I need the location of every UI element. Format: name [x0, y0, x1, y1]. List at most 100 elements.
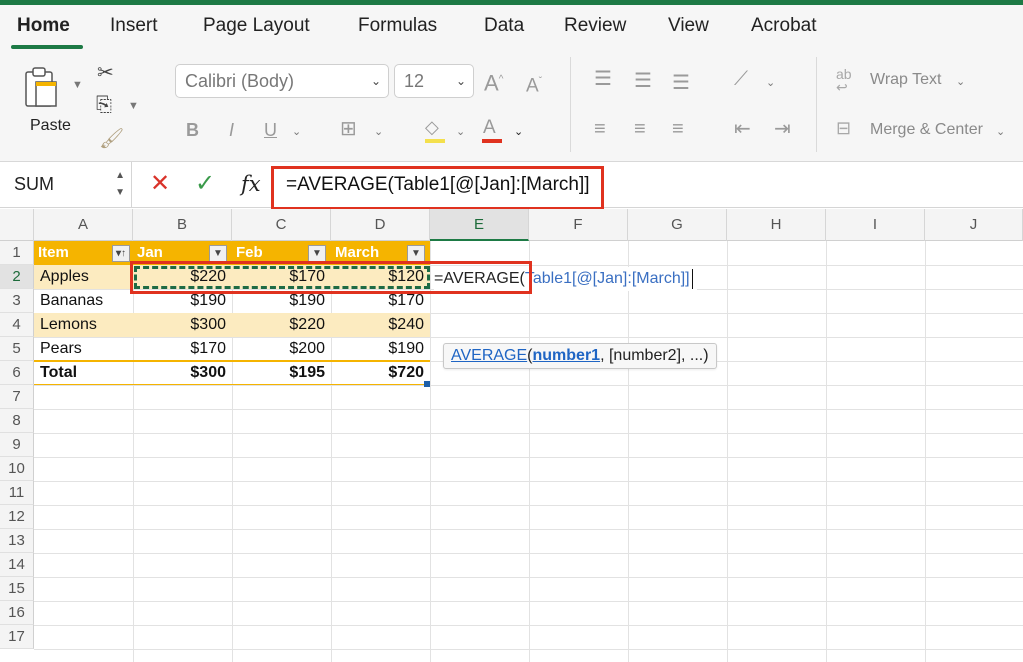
orientation-chevron-icon[interactable]: ⌄ — [766, 76, 775, 89]
column-header-d[interactable]: D — [331, 209, 430, 241]
cell-b6[interactable]: $300 — [133, 361, 232, 385]
italic-button[interactable]: I — [229, 120, 234, 140]
row-header-17[interactable]: 17 — [0, 625, 34, 649]
cell-d5[interactable]: $190 — [331, 337, 430, 361]
column-header-h[interactable]: H — [727, 209, 826, 241]
tooltip-function-link[interactable]: AVERAGE — [451, 347, 527, 364]
align-center-icon[interactable]: ≡ — [634, 119, 646, 139]
copy-options-chevron-icon[interactable]: ▼ — [128, 100, 139, 112]
format-painter-icon[interactable]: 🖌 — [99, 129, 124, 149]
cell-c3[interactable]: $190 — [232, 289, 331, 313]
cell-b5[interactable]: $170 — [133, 337, 232, 361]
tab-page-layout[interactable]: Page Layout — [203, 15, 310, 37]
table-header-item[interactable]: Item ▾↑ — [34, 241, 133, 265]
cell-d6[interactable]: $720 — [331, 361, 430, 385]
align-top-icon[interactable]: ☰ — [594, 69, 612, 89]
sort-filter-icon[interactable]: ▾↑ — [112, 245, 130, 262]
column-header-b[interactable]: B — [133, 209, 232, 241]
copy-icon[interactable]: ⎘ — [96, 95, 112, 115]
bold-button[interactable]: B — [186, 120, 199, 140]
table-header-feb[interactable]: Feb ▼ — [232, 241, 331, 265]
decrease-font-size-icon[interactable]: Aˇ — [526, 72, 542, 96]
fill-color-icon[interactable]: ◇ — [423, 117, 447, 145]
tab-insert[interactable]: Insert — [110, 15, 158, 37]
font-size-dropdown[interactable]: 12 ⌄ — [394, 64, 474, 98]
cell-c6[interactable]: $195 — [232, 361, 331, 385]
align-left-icon[interactable]: ≡ — [594, 119, 606, 139]
row-header-2[interactable]: 2 — [0, 265, 34, 289]
row-header-14[interactable]: 14 — [0, 553, 34, 577]
increase-indent-icon[interactable]: ⇥ — [774, 119, 791, 139]
column-header-i[interactable]: I — [826, 209, 925, 241]
select-all-corner[interactable] — [0, 209, 34, 241]
insert-function-icon[interactable]: fx — [241, 170, 261, 198]
cell-c4[interactable]: $220 — [232, 313, 331, 337]
column-header-e[interactable]: E — [430, 209, 529, 241]
increase-font-size-icon[interactable]: A^ — [484, 70, 503, 94]
column-header-g[interactable]: G — [628, 209, 727, 241]
tab-review[interactable]: Review — [564, 15, 626, 37]
cell-a2[interactable]: Apples — [34, 265, 133, 289]
row-header-12[interactable]: 12 — [0, 505, 34, 529]
row-header-16[interactable]: 16 — [0, 601, 34, 625]
column-header-a[interactable]: A — [34, 209, 133, 241]
enter-formula-icon[interactable]: ✓ — [195, 170, 215, 198]
orientation-icon[interactable]: ⟋ — [734, 69, 748, 89]
cell-d3[interactable]: $170 — [331, 289, 430, 313]
underline-options-chevron-icon[interactable]: ⌄ — [292, 125, 301, 138]
table-resize-handle[interactable] — [424, 381, 430, 387]
row-header-9[interactable]: 9 — [0, 433, 34, 457]
cell-c5[interactable]: $200 — [232, 337, 331, 361]
cell-b2[interactable]: $220 — [133, 265, 232, 289]
cell-a5[interactable]: Pears — [34, 337, 133, 361]
tab-view[interactable]: View — [668, 15, 709, 37]
row-header-11[interactable]: 11 — [0, 481, 34, 505]
filter-dropdown-icon[interactable]: ▼ — [407, 245, 425, 262]
column-header-f[interactable]: F — [529, 209, 628, 241]
align-bottom-icon[interactable]: ☰ — [672, 73, 690, 93]
cell-d2[interactable]: $120 — [331, 265, 430, 289]
borders-chevron-icon[interactable]: ⌄ — [374, 125, 383, 138]
cell-e2-editor[interactable]: =AVERAGE(Table1[@[Jan]:[March]] — [434, 267, 697, 291]
cell-a6[interactable]: Total — [34, 361, 133, 385]
row-header-15[interactable]: 15 — [0, 577, 34, 601]
cell-c2[interactable]: $170 — [232, 265, 331, 289]
cell-a4[interactable]: Lemons — [34, 313, 133, 337]
cell-a3[interactable]: Bananas — [34, 289, 133, 313]
decrease-indent-icon[interactable]: ⇤ — [734, 119, 751, 139]
cancel-formula-icon[interactable]: ✕ — [150, 170, 170, 198]
cut-icon[interactable]: ✂ — [97, 63, 114, 83]
align-middle-icon[interactable]: ☰ — [634, 71, 652, 91]
fill-color-chevron-icon[interactable]: ⌄ — [456, 125, 465, 138]
row-header-10[interactable]: 10 — [0, 457, 34, 481]
formula-input[interactable]: =AVERAGE(Table1[@[Jan]:[March]] — [276, 162, 590, 208]
tab-home[interactable]: Home — [17, 15, 70, 37]
align-right-icon[interactable]: ≡ — [672, 119, 684, 139]
row-header-7[interactable]: 7 — [0, 385, 34, 409]
wrap-text-button[interactable]: ab ↩ Wrap Text ⌄ — [836, 67, 1016, 94]
tab-data[interactable]: Data — [484, 15, 524, 37]
column-header-j[interactable]: J — [925, 209, 1023, 241]
row-header-8[interactable]: 8 — [0, 409, 34, 433]
font-color-chevron-icon[interactable]: ⌄ — [514, 125, 523, 138]
borders-icon[interactable]: ⊞ — [340, 119, 357, 139]
cell-d4[interactable]: $240 — [331, 313, 430, 337]
paste-button[interactable] — [22, 64, 62, 112]
table-header-march[interactable]: March ▼ — [331, 241, 430, 265]
cell-b3[interactable]: $190 — [133, 289, 232, 313]
name-box-stepper[interactable]: ▲ ▼ — [115, 167, 125, 201]
column-header-c[interactable]: C — [232, 209, 331, 241]
font-color-icon[interactable]: A — [480, 117, 504, 145]
filter-dropdown-icon[interactable]: ▼ — [209, 245, 227, 262]
tab-formulas[interactable]: Formulas — [358, 15, 437, 37]
row-header-6[interactable]: 6 — [0, 361, 34, 385]
cell-b4[interactable]: $300 — [133, 313, 232, 337]
table-header-jan[interactable]: Jan ▼ — [133, 241, 232, 265]
merge-center-button[interactable]: ⊟ Merge & Center ⌄ — [836, 118, 1021, 144]
row-header-1[interactable]: 1 — [0, 241, 34, 265]
underline-button[interactable]: U — [264, 120, 277, 140]
row-header-3[interactable]: 3 — [0, 289, 34, 313]
paste-options-chevron-icon[interactable]: ▼ — [72, 79, 83, 91]
name-box[interactable]: SUM ▲ ▼ — [0, 162, 132, 208]
row-header-4[interactable]: 4 — [0, 313, 34, 337]
